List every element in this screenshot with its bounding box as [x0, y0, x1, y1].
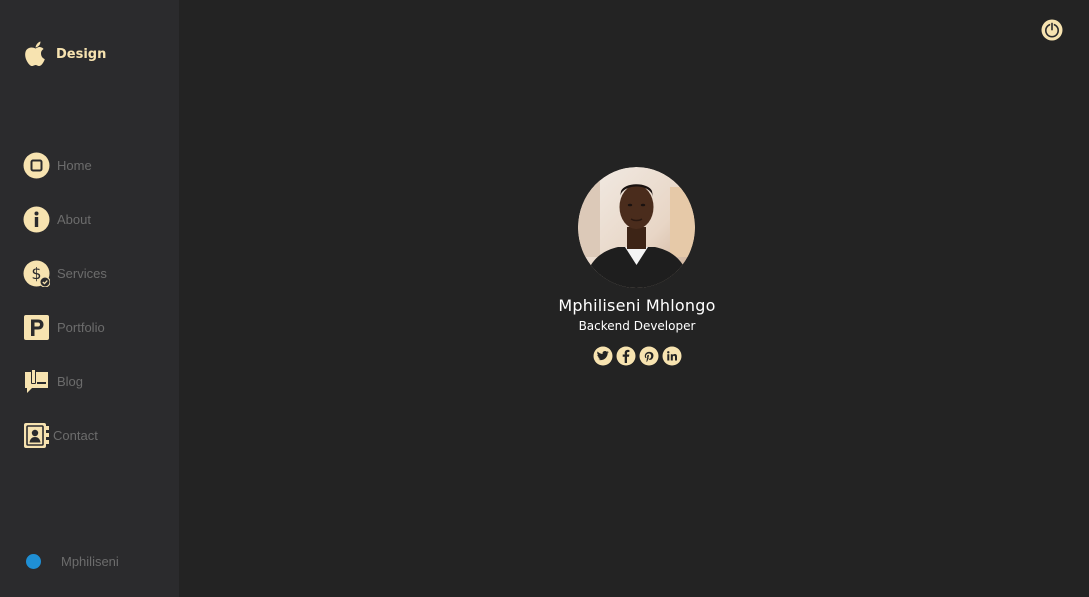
sidebar-item-label: About	[57, 211, 91, 227]
sidebar-item-services[interactable]: $ Services	[23, 259, 107, 287]
home-icon	[23, 152, 50, 178]
sidebar-item-about[interactable]: About	[23, 205, 91, 233]
portfolio-icon	[24, 314, 49, 340]
contact-icon	[24, 422, 49, 448]
sidebar-item-label: Services	[57, 265, 107, 281]
pinterest-icon[interactable]	[639, 346, 659, 366]
linkedin-icon[interactable]	[662, 346, 682, 366]
social-links	[593, 346, 682, 366]
info-icon	[23, 206, 50, 232]
dollar-icon: $	[23, 260, 50, 287]
sidebar-item-contact[interactable]: Contact	[23, 421, 98, 449]
sidebar-item-label: Portfolio	[57, 319, 105, 335]
power-icon[interactable]	[1041, 19, 1063, 41]
profile-role: Backend Developer	[578, 319, 696, 333]
facebook-icon[interactable]	[616, 346, 636, 366]
sidebar-item-label: Contact	[53, 427, 98, 443]
avatar	[26, 553, 41, 569]
blog-icon	[25, 368, 48, 393]
profile-card: Mphiliseni Mhlongo Backend Developer	[537, 167, 737, 366]
current-user[interactable]: Mphiliseni	[26, 552, 119, 570]
sidebar-item-home[interactable]: Home	[23, 151, 92, 179]
sidebar: Design Home About $ Services Portfolio B…	[0, 0, 179, 597]
profile-name: Mphiliseni Mhlongo	[558, 296, 716, 315]
sidebar-item-blog[interactable]: Blog	[23, 367, 83, 395]
brand-name: Design	[56, 46, 107, 62]
apple-icon	[25, 41, 45, 67]
user-name: Mphiliseni	[61, 553, 119, 569]
sidebar-item-label: Blog	[57, 373, 84, 389]
brand-logo[interactable]: Design	[23, 39, 106, 69]
profile-photo	[578, 167, 695, 288]
sidebar-item-label: Home	[57, 157, 92, 173]
sidebar-item-portfolio[interactable]: Portfolio	[23, 313, 105, 341]
twitter-icon[interactable]	[593, 346, 613, 366]
